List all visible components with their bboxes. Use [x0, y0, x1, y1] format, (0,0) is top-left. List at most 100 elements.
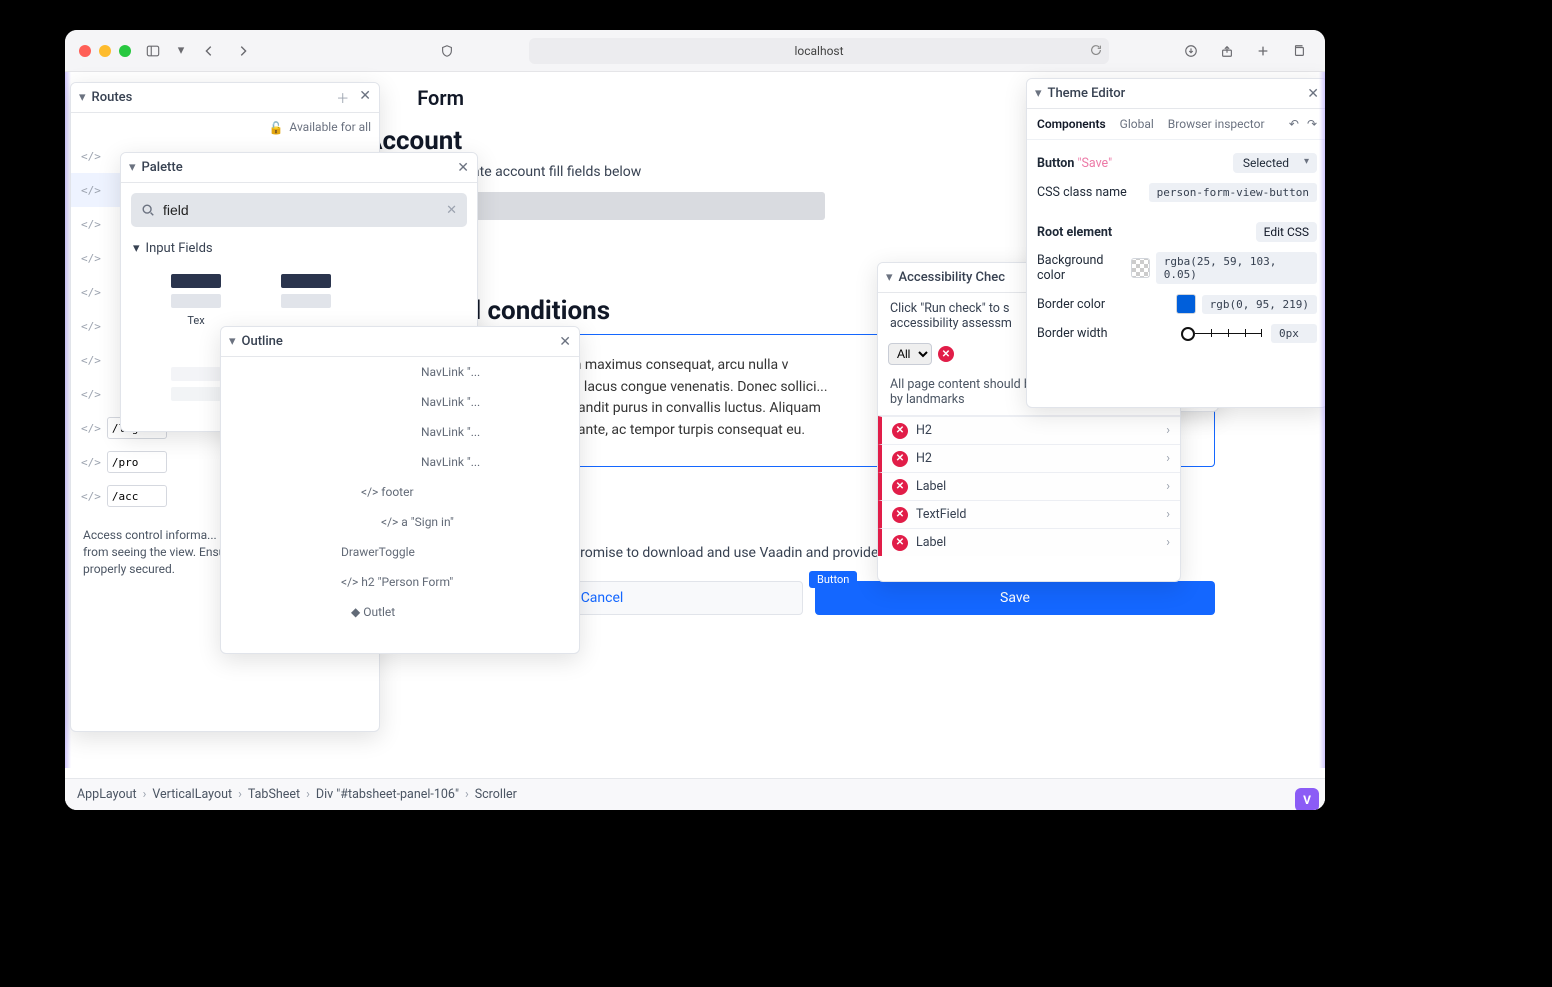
a11y-issue-row[interactable]: ✕Label› [878, 528, 1180, 556]
share-icon[interactable] [1215, 39, 1239, 63]
border-width-value[interactable]: 0px [1271, 324, 1317, 343]
outline-panel: ▾ Outline ✕ NavLink "...NavLink "...NavL… [220, 326, 580, 654]
border-width-slider[interactable] [1181, 327, 1261, 341]
palette-item[interactable]: Tex [161, 274, 231, 327]
close-icon[interactable]: ✕ [1307, 86, 1319, 102]
outline-row[interactable]: NavLink "... [221, 387, 579, 417]
a11y-filter[interactable]: All [888, 343, 932, 365]
palette-search-input[interactable] [163, 202, 438, 218]
undo-icon[interactable]: ↶ [1289, 117, 1299, 131]
code-icon: </> [81, 252, 101, 265]
tabs-icon[interactable] [1287, 39, 1311, 63]
palette-title: Palette [142, 160, 183, 175]
outline-row[interactable]: </> footer [221, 477, 579, 507]
outline-row[interactable]: DrawerToggle [221, 537, 579, 567]
collapse-icon[interactable]: ▾ [886, 270, 893, 285]
outline-row[interactable]: NavLink "... [221, 417, 579, 447]
redo-icon[interactable]: ↷ [1307, 117, 1317, 131]
sidebar-toggle-icon[interactable] [141, 39, 165, 63]
border-color-label: Border color [1037, 297, 1105, 312]
palette-search[interactable]: ✕ [131, 193, 467, 227]
edit-css-button[interactable]: Edit CSS [1256, 222, 1317, 242]
outline-row[interactable]: ◆ Outlet [221, 597, 579, 627]
minimize-window-icon[interactable] [99, 45, 111, 57]
unlock-icon: 🔓 [268, 121, 283, 135]
error-icon: ✕ [892, 479, 908, 495]
save-button[interactable]: Save [815, 581, 1215, 615]
bg-color-value[interactable]: rgba(25, 59, 103, 0.05) [1156, 252, 1317, 284]
palette-item[interactable] [271, 274, 341, 327]
outline-title: Outline [242, 334, 283, 349]
outline-row[interactable]: </> a "Sign in" [221, 507, 579, 537]
refresh-icon[interactable] [1089, 43, 1103, 57]
chevron-right-icon: › [1166, 423, 1170, 438]
tab-browser-inspector[interactable]: Browser inspector [1168, 117, 1265, 131]
close-icon[interactable]: ✕ [559, 334, 571, 350]
route-path-input[interactable] [107, 451, 167, 473]
breadcrumb-item[interactable]: Scroller [475, 787, 517, 802]
outline-row[interactable]: </> h2 "Person Form" [221, 567, 579, 597]
border-color-swatch[interactable] [1176, 294, 1196, 314]
close-window-icon[interactable] [79, 45, 91, 57]
add-route-icon[interactable]: ＋ [336, 88, 349, 107]
a11y-issue-row[interactable]: ✕TextField› [878, 500, 1180, 528]
bg-color-label: Background color [1037, 253, 1131, 283]
breadcrumb-item[interactable]: Div "#tabsheet-panel-106" [316, 787, 459, 802]
a11y-issue-row[interactable]: ✕H2› [878, 444, 1180, 472]
url-text: localhost [794, 44, 843, 58]
collapse-icon[interactable]: ▾ [79, 90, 86, 105]
route-path-input[interactable] [107, 485, 167, 507]
code-icon: </> [81, 456, 101, 469]
window-controls [79, 45, 131, 57]
vaadin-badge-icon[interactable]: V [1295, 788, 1319, 810]
code-icon: </> [81, 422, 101, 435]
maximize-window-icon[interactable] [119, 45, 131, 57]
bg-color-swatch[interactable] [1131, 258, 1150, 278]
nav-back-icon[interactable] [197, 39, 221, 63]
close-icon[interactable]: ✕ [457, 160, 469, 176]
a11y-issue-row[interactable]: ✕Label› [878, 472, 1180, 500]
tab-components[interactable]: Components [1037, 117, 1106, 131]
class-label: CSS class name [1037, 185, 1127, 200]
theme-editor-panel: ▾ Theme Editor ✕ Components Global Brows… [1026, 78, 1325, 408]
shield-icon[interactable] [435, 39, 459, 63]
chevron-right-icon: › [1166, 535, 1170, 550]
state-select[interactable]: Selected [1233, 153, 1317, 173]
tab-global[interactable]: Global [1120, 117, 1154, 131]
close-icon[interactable]: ✕ [359, 88, 371, 107]
class-value[interactable]: person-form-view-button [1149, 183, 1317, 202]
clear-icon[interactable]: ✕ [446, 203, 457, 218]
code-icon: </> [81, 354, 101, 367]
outline-row[interactable]: NavLink "... [221, 447, 579, 477]
theme-component-name: Button [1037, 156, 1074, 171]
breadcrumb-item[interactable]: VerticalLayout [152, 787, 232, 802]
a11y-issue-row[interactable]: ✕H2› [878, 416, 1180, 444]
chevron-right-icon: › [1166, 451, 1170, 466]
code-icon: </> [81, 184, 101, 197]
download-icon[interactable] [1179, 39, 1203, 63]
collapse-icon[interactable]: ▾ [129, 160, 136, 175]
browser-window: ▾ localhost PersoForm Account I [65, 30, 1325, 810]
route-label [107, 451, 167, 473]
search-icon [141, 203, 155, 217]
border-color-value[interactable]: rgb(0, 95, 219) [1202, 295, 1317, 314]
new-tab-icon[interactable] [1251, 39, 1275, 63]
code-icon: </> [81, 286, 101, 299]
outline-row[interactable]: NavLink "... [221, 357, 579, 387]
chevron-down-icon[interactable]: ▾ [175, 39, 187, 63]
breadcrumb: AppLayout› VerticalLayout› TabSheet› Div… [65, 778, 1325, 810]
collapse-icon[interactable]: ▾ [229, 334, 236, 349]
border-width-label: Border width [1037, 326, 1108, 341]
nav-forward-icon[interactable] [231, 39, 255, 63]
error-icon: ✕ [892, 507, 908, 523]
button-chip: Button [809, 571, 857, 588]
collapse-icon[interactable]: ▾ [1035, 86, 1042, 101]
chevron-right-icon: › [1166, 507, 1170, 522]
section-label: Root element [1037, 225, 1112, 240]
code-icon: </> [81, 388, 101, 401]
breadcrumb-item[interactable]: TabSheet [248, 787, 300, 802]
address-bar[interactable]: localhost [529, 38, 1109, 64]
breadcrumb-item[interactable]: AppLayout [77, 787, 137, 802]
error-icon: ✕ [892, 423, 908, 439]
palette-group[interactable]: ▾ Input Fields [121, 237, 477, 260]
